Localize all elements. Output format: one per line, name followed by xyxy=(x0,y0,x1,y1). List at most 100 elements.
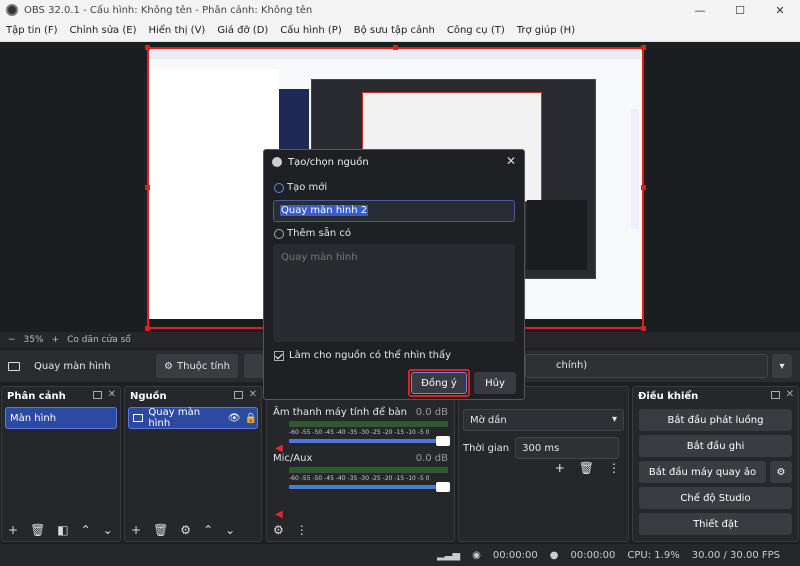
volume-slider[interactable] xyxy=(289,482,450,492)
menu-file[interactable]: Tập tin (F) xyxy=(0,25,64,36)
settings-button[interactable]: Thiết đặt xyxy=(639,513,792,535)
maximize-icon[interactable]: ☐ xyxy=(720,0,760,20)
stream-status-icon: ◉ xyxy=(472,549,481,561)
record-time: 00:00:00 xyxy=(570,549,616,561)
captured-browser-tabbar xyxy=(149,49,642,59)
menu-docks[interactable]: Giá đỡ (D) xyxy=(211,25,274,36)
selected-source-name: Quay màn hình xyxy=(34,360,111,372)
source-properties-icon[interactable]: ⚙ xyxy=(180,523,191,537)
start-recording-button[interactable]: Bắt đầu ghi xyxy=(639,435,792,457)
add-source-icon[interactable]: + xyxy=(131,523,141,537)
remove-scene-icon[interactable]: 🗑 xyxy=(30,523,45,537)
duration-label: Thời gian xyxy=(463,442,510,454)
meter-scale: -60 -55 -50 -45 -40 -35 -30 -25 -20 -15 … xyxy=(289,429,430,436)
mixer-track-name: Mic/Aux xyxy=(273,453,313,464)
captured-page xyxy=(149,69,279,319)
monitor-icon xyxy=(133,414,144,422)
fit-window-label[interactable]: Co dãn cửa sổ xyxy=(67,335,131,345)
scenes-title: Phân cảnh xyxy=(7,390,66,402)
dialog-title: Tạo/chọn nguồn xyxy=(288,156,369,168)
properties-label: Thuộc tính xyxy=(177,360,230,372)
menu-scene-collection[interactable]: Bộ sưu tập cảnh xyxy=(348,25,441,36)
move-down-icon[interactable]: ⌄ xyxy=(103,523,113,537)
signal-bars-icon: ▂▃▅ xyxy=(437,549,461,561)
existing-source-item[interactable]: Quay màn hình xyxy=(281,252,358,263)
title-bar: OBS 32.0.1 - Cấu hình: Không tên - Phân … xyxy=(0,0,800,20)
mixer-track-db: 0.0 dB xyxy=(415,453,448,464)
gear-icon: ⚙ xyxy=(164,360,173,372)
studio-mode-button[interactable]: Chế độ Studio xyxy=(639,487,792,509)
add-existing-label: Thêm sẵn có xyxy=(287,228,351,239)
scenes-dock: Phân cảnh ✕ Màn hình + 🗑 ◧ ⌃ ⌄ xyxy=(1,386,121,542)
remove-transition-icon[interactable]: 🗑 xyxy=(579,461,594,475)
cancel-button[interactable]: Hủy xyxy=(474,372,516,394)
create-select-source-dialog: Tạo/chọn nguồn ✕ Tạo mới Quay màn hình 2… xyxy=(263,149,525,400)
source-item[interactable]: Quay màn hình 👁 🔒 xyxy=(128,407,258,429)
menu-help[interactable]: Trợ giúp (H) xyxy=(511,25,581,36)
menu-view[interactable]: Hiển thị (V) xyxy=(142,25,211,36)
mixer-track-db: 0.0 dB xyxy=(415,407,448,418)
audio-mixer-dock: Âm thanh máy tính để bàn 0.0 dB -60 -55 … xyxy=(266,386,455,542)
create-new-radio[interactable] xyxy=(274,182,284,193)
transition-select[interactable]: Mờ dần ▾ xyxy=(463,409,624,431)
transitions-dock: Mờ dần ▾ Thời gian 300 ms + 🗑 ⋮ xyxy=(458,386,629,542)
menu-bar: Tập tin (F) Chỉnh sửa (E) Hiển thị (V) G… xyxy=(0,20,800,42)
duration-spinbox[interactable]: 300 ms xyxy=(515,437,620,459)
filters-button[interactable] xyxy=(244,354,264,378)
close-icon[interactable]: ✕ xyxy=(760,0,800,20)
mute-speaker-icon[interactable]: ◀ xyxy=(275,443,283,454)
zoom-out-button[interactable]: − xyxy=(8,335,16,345)
visibility-eye-icon[interactable]: 👁 xyxy=(228,413,241,424)
move-up-icon[interactable]: ⌃ xyxy=(203,523,213,537)
monitor-icon xyxy=(8,361,20,371)
existing-sources-list[interactable]: Quay màn hình xyxy=(273,244,515,342)
volume-meter xyxy=(289,467,448,473)
create-new-label: Tạo mới xyxy=(287,182,328,193)
sources-title: Nguồn xyxy=(130,390,167,402)
fps-counter: 30.00 / 30.00 FPS xyxy=(691,549,780,561)
obs-logo-icon xyxy=(272,157,282,167)
ok-button[interactable]: Đồng ý xyxy=(411,372,467,394)
cpu-usage: CPU: 1.9% xyxy=(627,549,680,561)
move-up-icon[interactable]: ⌃ xyxy=(81,523,91,537)
add-scene-icon[interactable]: + xyxy=(8,523,18,537)
window-title: OBS 32.0.1 - Cấu hình: Không tên - Phân … xyxy=(24,4,313,16)
move-down-icon[interactable]: ⌄ xyxy=(225,523,235,537)
volume-slider[interactable] xyxy=(289,436,450,446)
controls-title: Điều khiển xyxy=(638,390,699,402)
menu-tools[interactable]: Công cụ (T) xyxy=(441,25,511,36)
source-name-input[interactable]: Quay màn hình 2 xyxy=(273,200,515,222)
transition-menu-icon[interactable]: ⋮ xyxy=(608,461,620,475)
add-transition-icon[interactable]: + xyxy=(555,461,565,475)
status-bar: ▂▃▅ ◉ 00:00:00 ● 00:00:00 CPU: 1.9% 30.0… xyxy=(0,544,800,566)
menu-profile[interactable]: Cấu hình (P) xyxy=(274,25,347,36)
controls-dock: Điều khiển ✕ Bắt đầu phát luồng Bắt đầu g… xyxy=(632,386,799,542)
stream-time: 00:00:00 xyxy=(492,549,538,561)
mixer-menu-icon[interactable]: ⋮ xyxy=(296,523,308,537)
volume-meter xyxy=(289,421,448,427)
visible-label: Làm cho nguồn có thể nhìn thấy xyxy=(289,350,452,361)
scene-item[interactable]: Màn hình xyxy=(5,407,117,429)
start-streaming-button[interactable]: Bắt đầu phát luồng xyxy=(639,409,792,431)
meter-scale: -60 -55 -50 -45 -40 -35 -30 -25 -20 -15 … xyxy=(289,475,430,482)
display-select[interactable]: chính) xyxy=(525,354,768,378)
virtual-camera-settings-icon[interactable]: ⚙ xyxy=(770,461,792,483)
zoom-level: 35% xyxy=(23,335,44,345)
mixer-track-name: Âm thanh máy tính để bàn xyxy=(273,407,408,418)
minimize-icon[interactable]: — xyxy=(680,0,720,20)
advanced-audio-icon[interactable]: ⚙ xyxy=(273,523,284,537)
captured-side-panel xyxy=(631,109,639,229)
dialog-close-icon[interactable]: ✕ xyxy=(506,154,516,168)
add-existing-radio[interactable] xyxy=(274,228,284,239)
display-select-value: chính) xyxy=(556,360,588,371)
display-select-arrow[interactable]: ▾ xyxy=(772,354,792,378)
properties-button[interactable]: ⚙ Thuộc tính xyxy=(156,354,238,378)
menu-edit[interactable]: Chỉnh sửa (E) xyxy=(64,25,143,36)
sources-dock: Nguồn ✕ Quay màn hình 👁 🔒 + 🗑 ⚙ ⌃ ⌄ xyxy=(124,386,262,542)
zoom-in-button[interactable]: + xyxy=(52,335,60,345)
remove-source-icon[interactable]: 🗑 xyxy=(153,523,168,537)
scene-filters-icon[interactable]: ◧ xyxy=(57,523,68,537)
lock-icon[interactable]: 🔒 xyxy=(245,413,257,424)
start-virtual-camera-button[interactable]: Bắt đầu máy quay ảo xyxy=(639,461,766,483)
visible-checkbox[interactable] xyxy=(274,350,284,361)
